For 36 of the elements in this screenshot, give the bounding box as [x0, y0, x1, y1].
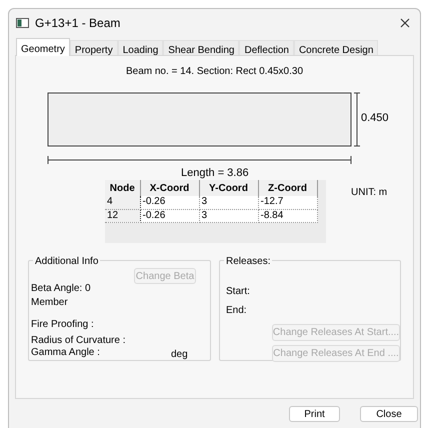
column-header: Z-Coord: [258, 180, 317, 196]
tab[interactable]: Concrete Design: [294, 40, 378, 56]
gamma-unit: deg: [171, 348, 188, 362]
beam-caption: Beam no. = 14. Section: Rect 0.45x0.30: [124, 65, 304, 78]
end-label: End:: [226, 304, 247, 318]
beta-angle-value: 0: [85, 282, 91, 296]
column-header: X-Coord: [140, 180, 199, 196]
table-cell: 4: [105, 196, 140, 209]
beta-angle-label: Beta Angle:: [31, 282, 82, 296]
tab[interactable]: Deflection: [239, 40, 294, 56]
table-cell: 12: [105, 209, 140, 222]
tab[interactable]: Property: [70, 40, 118, 56]
tab[interactable]: Shear Bending: [163, 40, 240, 56]
column-header: Y-Coord: [199, 180, 258, 196]
footer-button[interactable]: Print: [289, 406, 340, 422]
table-cell: 3: [199, 209, 258, 222]
gamma-angle-label: Gamma Angle :: [31, 346, 100, 360]
fire-proofing-label: Fire Proofing :: [31, 318, 94, 332]
member-label: Member: [31, 296, 68, 310]
table-cell: 3: [199, 196, 258, 209]
length-label: Length = 3.86: [181, 166, 249, 181]
table-cell: -12.7: [258, 196, 317, 209]
footer-button[interactable]: Close: [360, 406, 418, 422]
tab[interactable]: Geometry: [16, 38, 70, 56]
tab[interactable]: Loading: [118, 40, 164, 56]
close-icon[interactable]: [400, 18, 410, 28]
window-icon: [16, 18, 29, 28]
column-header: Node: [105, 180, 140, 196]
table-cell: -0.26: [140, 209, 199, 222]
window-title: G+13+1 - Beam: [35, 14, 120, 32]
table-cell: -0.26: [140, 196, 199, 209]
radius-label: Radius of Curvature :: [31, 334, 126, 348]
start-label: Start:: [226, 285, 250, 299]
depth-label: 0.450: [361, 111, 389, 126]
unit-label: UNIT: m: [351, 186, 388, 200]
table-cell: -8.84: [258, 209, 317, 222]
